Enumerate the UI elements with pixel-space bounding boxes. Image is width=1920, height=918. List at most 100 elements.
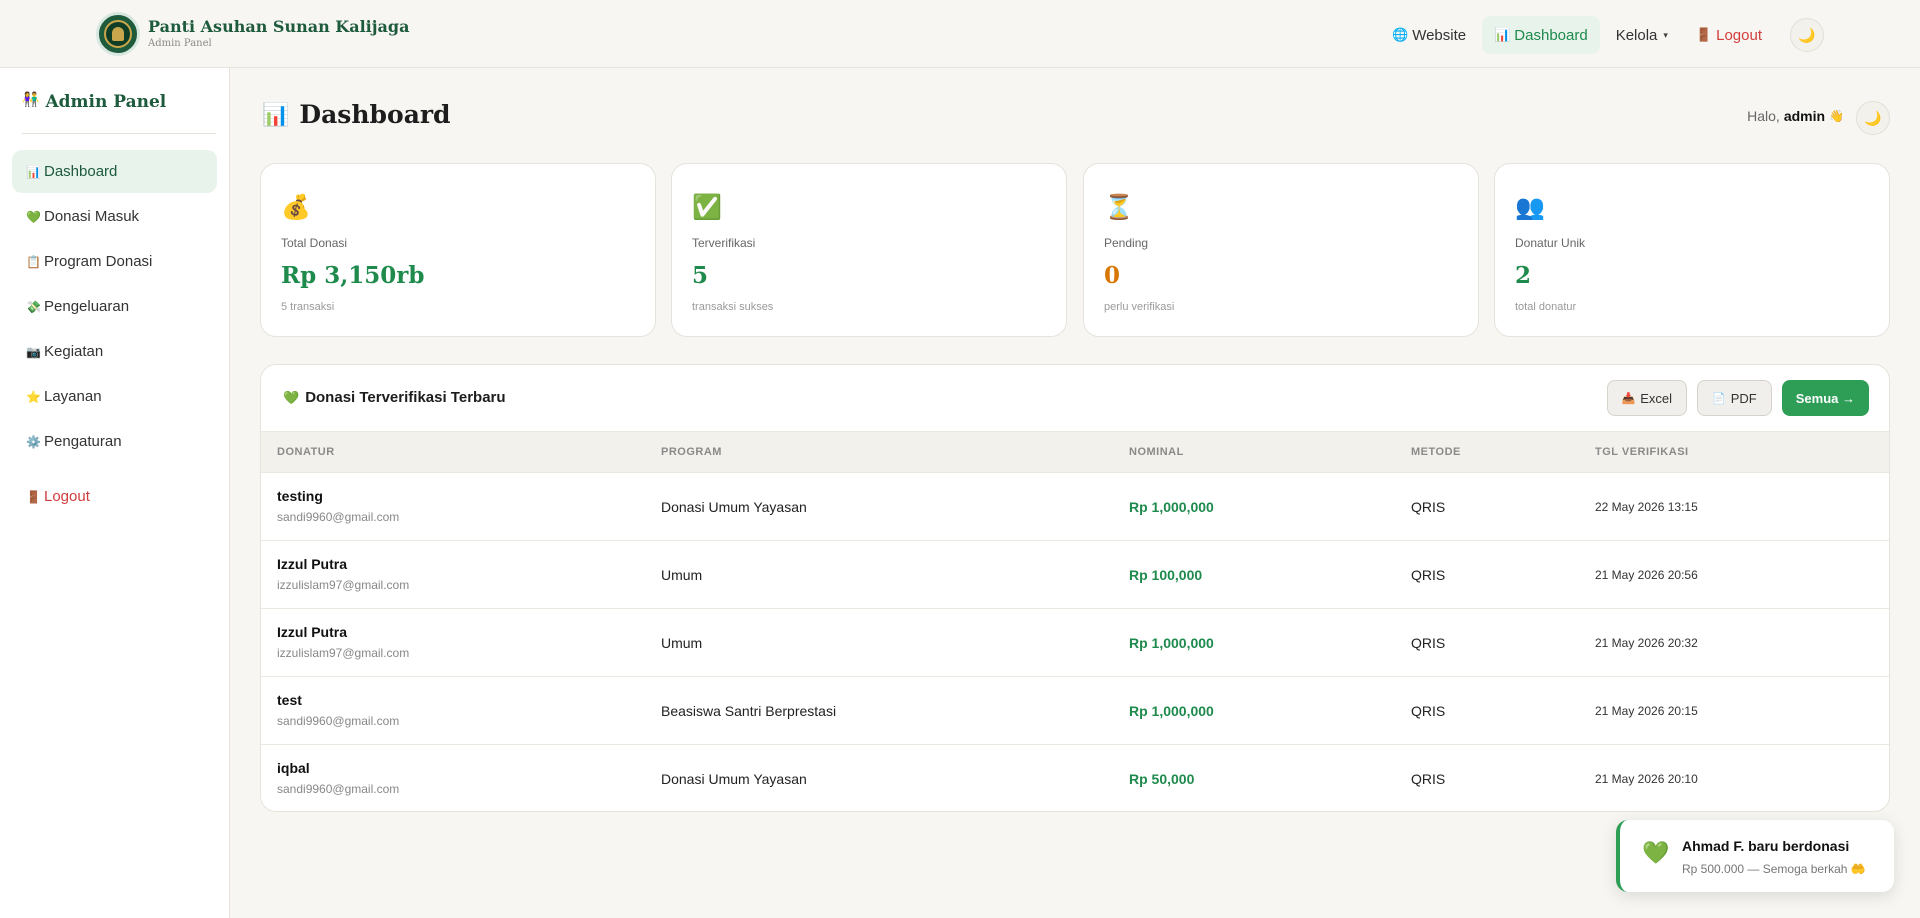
brand[interactable]: Panti Asuhan Sunan Kalijaga Admin Panel bbox=[96, 12, 409, 56]
hourglass-icon: ⏳ bbox=[1104, 194, 1134, 221]
panel-header: 💚 Donasi Terverifikasi Terbaru 📥 Excel 📄… bbox=[261, 365, 1889, 431]
export-pdf-label: PDF bbox=[1730, 390, 1757, 406]
sidebar-item-label: Layanan bbox=[44, 388, 102, 405]
stat-value: Rp 3,150rb bbox=[281, 262, 425, 289]
logo bbox=[96, 12, 140, 56]
donation-toast[interactable]: 💚 Ahmad F. baru berdonasi Rp 500.000 — S… bbox=[1616, 820, 1894, 892]
moon-icon: 🌙 bbox=[1798, 26, 1816, 43]
check-icon: ✅ bbox=[692, 194, 722, 221]
nav-kelola-dropdown[interactable]: Kelola ▾ bbox=[1604, 16, 1680, 54]
donor-email: sandi9960@gmail.com bbox=[277, 782, 400, 797]
page-title-label: Dashboard bbox=[299, 100, 451, 129]
table-row: iqbal sandi9960@gmail.com Donasi Umum Yay… bbox=[261, 745, 1889, 812]
sidebar-item-layanan[interactable]: ⭐ Layanan bbox=[12, 375, 217, 418]
sidebar-item-label: Dashboard bbox=[44, 163, 118, 180]
nominal-cell: Rp 100,000 bbox=[1113, 540, 1395, 609]
nav-kelola-label: Kelola bbox=[1615, 26, 1658, 44]
sidebar-item-pengaturan[interactable]: ⚙️ Pengaturan bbox=[12, 420, 217, 463]
nav-dashboard-label: Dashboard bbox=[1514, 26, 1588, 44]
column-header-donatur: DONATUR bbox=[261, 431, 645, 473]
metode-cell: QRIS bbox=[1411, 770, 1446, 787]
export-pdf-button[interactable]: 📄 PDF bbox=[1697, 380, 1772, 416]
sidebar-item-pengeluaran[interactable]: 💸 Pengeluaran bbox=[12, 285, 217, 328]
sidebar-item-donasi-masuk[interactable]: 💚 Donasi Masuk bbox=[12, 195, 217, 238]
chevron-down-icon: ▾ bbox=[1663, 29, 1668, 40]
people-icon: 👫 bbox=[22, 92, 40, 108]
nav-logout-link[interactable]: 🚪 Logout bbox=[1684, 16, 1774, 54]
stat-card-pending: ⏳ Pending 0 perlu verifikasi bbox=[1083, 163, 1479, 337]
greeting-prefix: Halo, bbox=[1747, 108, 1780, 124]
column-header-nominal: NOMINAL bbox=[1113, 431, 1395, 473]
clipboard-icon: 📋 bbox=[26, 254, 41, 269]
moon-icon: 🌙 bbox=[1864, 109, 1882, 126]
sidebar-item-label: Program Donasi bbox=[44, 253, 153, 270]
donations-table: DONATUR PROGRAM NOMINAL METODE TGL VERIF… bbox=[261, 431, 1889, 812]
metode-cell: QRIS bbox=[1395, 676, 1579, 745]
door-icon: 🚪 bbox=[1695, 27, 1713, 42]
green-heart-icon: 💚 bbox=[283, 389, 300, 405]
nominal-cell: Rp 1,000,000 bbox=[1113, 608, 1395, 677]
tgl-cell: 21 May 2026 20:10 bbox=[1595, 771, 1698, 786]
green-heart-icon: 💚 bbox=[1642, 840, 1670, 865]
greeting: Halo, admin 👋 bbox=[1747, 108, 1844, 124]
nav-logout-label: Logout bbox=[1716, 26, 1762, 44]
theme-toggle-button-main[interactable]: 🌙 bbox=[1856, 101, 1890, 135]
sidebar-item-label: Kegiatan bbox=[44, 343, 104, 360]
donor-name: iqbal bbox=[277, 760, 310, 777]
brand-subtitle: Admin Panel bbox=[148, 38, 212, 49]
top-navbar: Panti Asuhan Sunan Kalijaga Admin Panel … bbox=[0, 0, 1920, 68]
document-icon: 📄 bbox=[1712, 392, 1726, 405]
stat-label: Pending bbox=[1104, 236, 1149, 250]
sidebar-item-program-donasi[interactable]: 📋 Program Donasi bbox=[12, 240, 217, 283]
chart-icon: 📊 bbox=[1494, 27, 1511, 42]
money-bag-icon: 💰 bbox=[281, 194, 311, 221]
view-all-button[interactable]: Semua → bbox=[1781, 380, 1869, 416]
stat-label: Terverifikasi bbox=[692, 236, 756, 250]
sidebar-logout-link[interactable]: 🚪 Logout bbox=[26, 488, 90, 505]
table-row: testing sandi9960@gmail.com Donasi Umum Y… bbox=[261, 472, 1889, 541]
table-row: Izzul Putra izzulislam97@gmail.com Umum R… bbox=[261, 608, 1889, 677]
sidebar-item-dashboard[interactable]: 📊 Dashboard bbox=[12, 150, 217, 193]
column-header-metode: METODE bbox=[1395, 431, 1579, 473]
gear-icon: ⚙️ bbox=[26, 434, 41, 449]
brand-title: Panti Asuhan Sunan Kalijaga bbox=[148, 17, 410, 36]
stat-card-total-donasi: 💰 Total Donasi Rp 3,150rb 5 transaksi bbox=[260, 163, 656, 337]
tgl-cell: 21 May 2026 20:32 bbox=[1579, 608, 1889, 677]
sidebar-item-label: Pengeluaran bbox=[44, 298, 130, 315]
theme-toggle-button[interactable]: 🌙 bbox=[1790, 18, 1824, 52]
table-row: Izzul Putra izzulislam97@gmail.com Umum R… bbox=[261, 540, 1889, 609]
stat-sub: total donatur bbox=[1515, 301, 1577, 313]
donor-name: test bbox=[277, 692, 302, 708]
tgl-cell: 21 May 2026 20:15 bbox=[1579, 676, 1889, 745]
sidebar-title-label: Admin Panel bbox=[45, 92, 167, 112]
stat-value: 5 bbox=[692, 262, 709, 289]
donor-email: sandi9960@gmail.com bbox=[277, 714, 400, 728]
panel-actions: 📥 Excel 📄 PDF Semua → bbox=[1597, 380, 1869, 416]
program-cell: Donasi Umum Yayasan bbox=[661, 770, 807, 787]
nav-website-link[interactable]: 🌐 Website bbox=[1380, 16, 1478, 54]
nominal-cell: Rp 50,000 bbox=[1129, 770, 1195, 787]
stat-label: Total Donasi bbox=[281, 236, 348, 250]
metode-cell: QRIS bbox=[1395, 608, 1579, 677]
program-cell: Umum bbox=[645, 540, 1113, 609]
stats-row: 💰 Total Donasi Rp 3,150rb 5 transaksi ✅ … bbox=[260, 163, 1890, 337]
globe-icon: 🌐 bbox=[1392, 27, 1409, 42]
table-header-row: DONATUR PROGRAM NOMINAL METODE TGL VERIF… bbox=[261, 431, 1889, 473]
export-excel-button[interactable]: 📥 Excel bbox=[1606, 380, 1688, 416]
stat-card-donatur-unik: 👥 Donatur Unik 2 total donatur bbox=[1494, 163, 1890, 337]
stat-label: Donatur Unik bbox=[1515, 236, 1586, 250]
greeting-user: admin bbox=[1783, 108, 1826, 124]
sidebar-item-kegiatan[interactable]: 📷 Kegiatan bbox=[12, 330, 217, 373]
metode-cell: QRIS bbox=[1395, 472, 1579, 541]
nav-dashboard-link[interactable]: 📊 Dashboard bbox=[1482, 16, 1600, 54]
stat-sub: 5 transaksi bbox=[281, 301, 335, 313]
wave-icon: 👋 bbox=[1829, 109, 1844, 123]
toast-message: Rp 500.000 — Semoga berkah 🤲 bbox=[1682, 862, 1866, 876]
camera-icon: 📷 bbox=[26, 344, 41, 359]
program-cell: Donasi Umum Yayasan bbox=[645, 472, 1113, 541]
donor-email: sandi9960@gmail.com bbox=[277, 510, 400, 524]
sidebar-item-label: Pengaturan bbox=[44, 433, 122, 450]
view-all-label: Semua → bbox=[1795, 390, 1855, 406]
sidebar: 👫 Admin Panel 📊 Dashboard 💚 Donasi Masuk… bbox=[0, 68, 230, 918]
column-header-tgl-verifikasi: TGL VERIFIKASI bbox=[1579, 431, 1889, 473]
